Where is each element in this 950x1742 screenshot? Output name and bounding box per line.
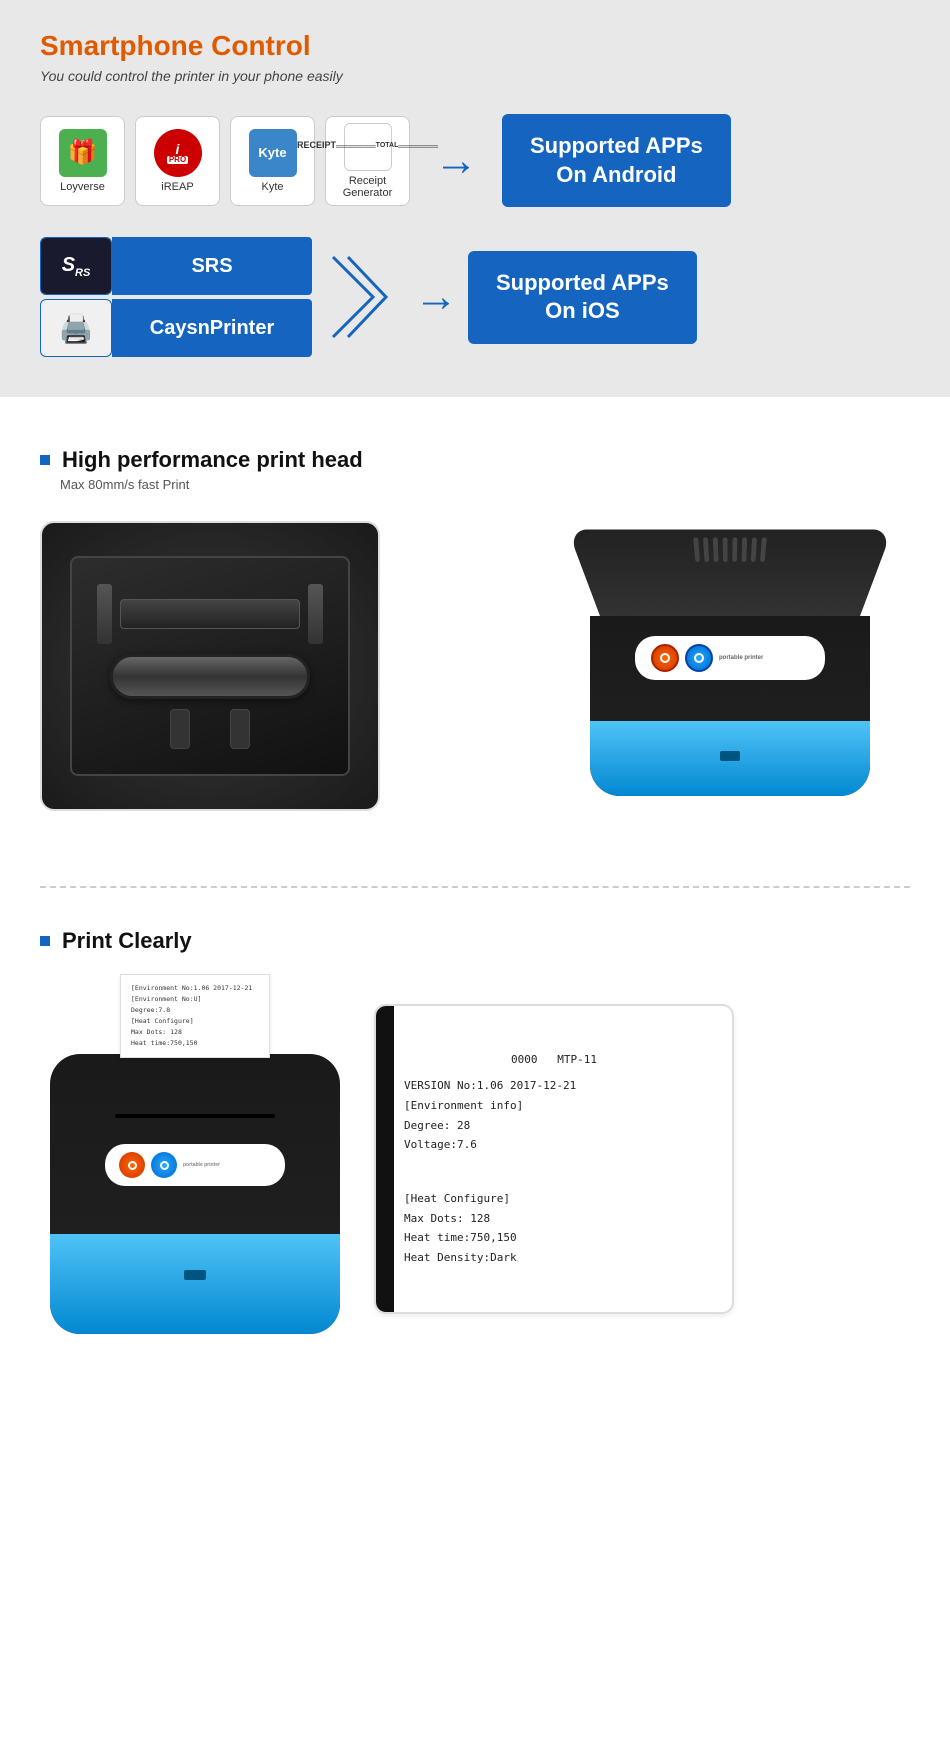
printer-body-left: portable printer	[50, 1054, 340, 1334]
bullet-icon-2	[40, 936, 50, 946]
printer-ridges	[568, 530, 893, 569]
receipt-line5: [Heat Configure]	[404, 1189, 704, 1209]
ios-badge-line2: On iOS	[545, 298, 620, 323]
caysnprinter-icon: 🖨️	[59, 312, 94, 345]
smartphone-section: Smartphone Control You could control the…	[0, 0, 950, 397]
android-supported-badge: Supported APPs On Android	[502, 114, 731, 207]
power-btn-left-blue	[151, 1152, 177, 1178]
printer-with-paper: [Environment No:1.06 2017-12-21 [Environ…	[40, 974, 350, 1334]
caysnprinter-icon-box: 🖨️	[40, 299, 112, 357]
android-badge-line2: On Android	[556, 162, 676, 187]
full-printer-image: portable printer	[550, 516, 910, 816]
kyte-label: Kyte	[261, 181, 283, 193]
section-divider	[40, 886, 910, 888]
usb-port	[720, 751, 740, 761]
bottom-supports	[170, 709, 250, 749]
receipt-app: RECEIPT ═══════ TOTAL ═══════ ReceiptGen…	[325, 116, 410, 206]
receipt-line7: Heat time:750,150	[404, 1228, 704, 1248]
receipt-closeup: 0000 MTP-11 VERSION No:1.06 2017-12-21 […	[374, 1004, 734, 1314]
paper-output: [Environment No:1.06 2017-12-21 [Environ…	[120, 974, 270, 1058]
receipt-line2: [Environment info]	[404, 1096, 704, 1116]
ireap-icon: i PRO	[154, 129, 202, 177]
ios-apps-row: SRS SRS 🖨️ CaysnPrinter →	[40, 237, 910, 357]
power-btn-blue	[685, 644, 713, 672]
android-badge-line1: Supported APPs	[530, 133, 703, 158]
ios-badge-line1: Supported APPs	[496, 270, 669, 295]
paper-text-content: [Environment No:1.06 2017-12-21 [Environ…	[131, 983, 259, 1049]
receipt-line6: Max Dots: 128	[404, 1209, 704, 1229]
kyte-app: Kyte Kyte	[230, 116, 315, 206]
support-right	[230, 709, 250, 749]
printer-label-left: portable printer	[105, 1144, 285, 1186]
usb-port-left	[184, 1270, 206, 1280]
kyte-icon: Kyte	[249, 129, 297, 177]
section-title: Smartphone Control	[40, 30, 910, 62]
rail-left	[97, 584, 112, 644]
printer-top-flap	[568, 530, 893, 617]
blue-strip-left	[50, 1234, 340, 1334]
ios-supported-badge: Supported APPs On iOS	[468, 251, 697, 344]
receipt-line8: Heat Density:Dark	[404, 1248, 704, 1268]
printer-label: portable printer	[635, 636, 825, 680]
bullet-icon	[40, 455, 50, 465]
ireap-app: i PRO iREAP	[135, 116, 220, 206]
receipt-line3: Degree: 28	[404, 1116, 704, 1136]
support-left	[170, 709, 190, 749]
loyverse-app: 🎁 Loyverse	[40, 116, 125, 206]
android-arrow: →	[434, 136, 478, 186]
mechanism-body	[70, 556, 350, 776]
srs-icon-box: SRS	[40, 237, 112, 295]
receipt-spacer	[404, 1161, 704, 1183]
loyverse-label: Loyverse	[60, 181, 105, 193]
section-subtitle: You could control the printer in your ph…	[40, 68, 910, 84]
print-clearly-images: [Environment No:1.06 2017-12-21 [Environ…	[40, 974, 910, 1334]
printer-images-row: portable printer	[40, 516, 910, 816]
receipt-text: 0000 MTP-11 VERSION No:1.06 2017-12-21 […	[404, 1050, 704, 1268]
ios-chevron-arrow	[328, 252, 388, 342]
caysnprinter-row: 🖨️ CaysnPrinter	[40, 299, 312, 357]
print-head-title: High performance print head	[40, 447, 910, 473]
power-btn-left	[119, 1152, 145, 1178]
top-rails	[97, 584, 323, 644]
android-app-icons: 🎁 Loyverse i PRO iREAP Kyte Kyte	[40, 116, 410, 206]
brand-text-left: portable printer	[183, 1162, 220, 1169]
print-bar	[120, 599, 300, 629]
printer-body-container: portable printer	[580, 536, 880, 796]
printer-brand-text: portable printer	[719, 655, 763, 662]
ireap-label: iREAP	[161, 181, 193, 193]
receipt-line1: VERSION No:1.06 2017-12-21	[404, 1076, 704, 1096]
print-head-subtitle: Max 80mm/s fast Print	[60, 477, 910, 492]
print-clearly-title: Print Clearly	[40, 928, 910, 954]
android-apps-row: 🎁 Loyverse i PRO iREAP Kyte Kyte	[40, 114, 910, 207]
print-clearly-section: Print Clearly [Environment No:1.06 2017-…	[0, 918, 950, 1374]
receipt-header: 0000 MTP-11	[404, 1050, 704, 1070]
printer-blue-bottom	[590, 721, 870, 796]
receipt-label: ReceiptGenerator	[343, 175, 393, 199]
printer-main-body: portable printer	[590, 616, 870, 796]
srs-icon: SRS	[41, 238, 111, 294]
power-btn-orange	[651, 644, 679, 672]
receipt-icon: RECEIPT ═══════ TOTAL ═══════	[344, 123, 392, 171]
srs-row: SRS SRS	[40, 237, 312, 295]
chevron-svg	[328, 252, 388, 342]
ios-blue-arrow: →	[414, 272, 458, 322]
rail-right	[308, 584, 323, 644]
print-head-closeup	[40, 521, 380, 811]
paper-slot	[115, 1114, 275, 1118]
paper-left-edge	[376, 1006, 394, 1312]
ios-app-icons: SRS SRS 🖨️ CaysnPrinter	[40, 237, 312, 357]
loyverse-icon: 🎁	[59, 129, 107, 177]
srs-label: SRS	[112, 237, 312, 295]
caysnprinter-label: CaysnPrinter	[112, 299, 312, 357]
main-roller	[110, 654, 310, 699]
print-head-section: High performance print head Max 80mm/s f…	[0, 397, 950, 876]
receipt-line4: Voltage:7.6	[404, 1135, 704, 1155]
